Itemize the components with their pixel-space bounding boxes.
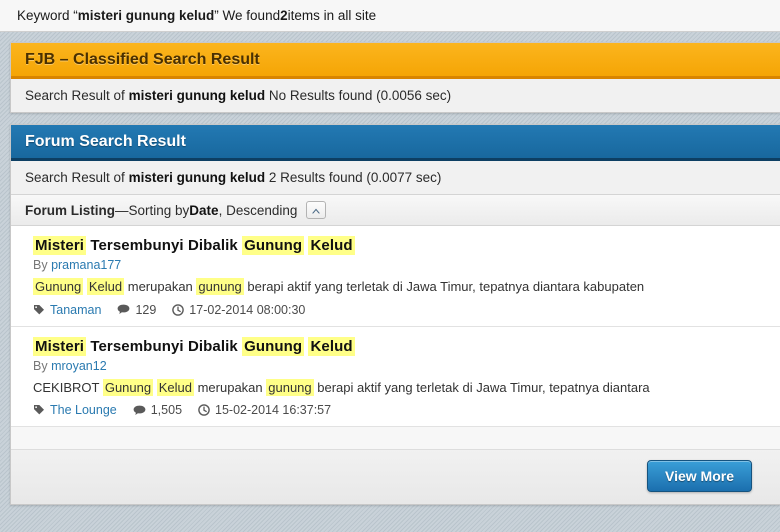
meta-tag[interactable]: Tanaman — [33, 303, 101, 317]
author-link[interactable]: mroyan12 — [51, 359, 107, 373]
forum-result-keyword: misteri gunung kelud — [128, 170, 266, 185]
result-title[interactable]: Misteri Tersembunyi Dibalik Gunung Kelud — [33, 236, 766, 255]
view-more-button[interactable]: View More — [647, 460, 752, 493]
tag-link[interactable]: Tanaman — [50, 303, 101, 317]
keyword-highlight: Kelud — [156, 378, 194, 396]
left-gutter — [0, 32, 10, 532]
fjb-panel-title: FJB – Classified Search Result — [25, 50, 260, 68]
meta-comments: 129 — [117, 303, 156, 317]
author-link[interactable]: pramana177 — [51, 258, 121, 272]
comment-icon — [117, 304, 130, 315]
keyword-count: 2 — [280, 8, 288, 23]
meta-date: 17-02-2014 08:00:30 — [172, 303, 305, 317]
keyword-highlight: Kelud — [86, 278, 125, 295]
by-label: By — [33, 258, 52, 272]
meta-comments: 1,505 — [133, 403, 182, 417]
fjb-search-panel: FJB – Classified Search Result Search Re… — [10, 42, 780, 113]
comment-count: 1,505 — [150, 403, 183, 418]
result-snippet: CEKIBROT Gunung Kelud merupakan gunung b… — [33, 378, 650, 396]
keyword-highlight: Kelud — [308, 236, 355, 255]
fjb-result-keyword: misteri gunung kelud — [128, 88, 266, 103]
keyword-highlight: Gunung — [102, 378, 154, 396]
forum-result-summary: Search Result of misteri gunung kelud 2 … — [11, 161, 780, 194]
result-author-line: By mroyan12 — [33, 359, 766, 373]
keyword-highlight: gunung — [196, 278, 244, 295]
forum-result-prefix: Search Result of — [25, 170, 129, 185]
page-background: FJB – Classified Search Result Search Re… — [0, 32, 780, 532]
tag-icon — [33, 304, 45, 316]
content-column: FJB – Classified Search Result Search Re… — [10, 42, 780, 532]
forum-panel-header: Forum Search Result — [11, 125, 780, 161]
sort-toggle-button[interactable] — [306, 201, 327, 219]
forum-result-suffix: 2 Results found (0.0077 sec) — [265, 170, 442, 185]
keyword-highlight: Gunung — [242, 336, 305, 356]
forum-panel-title: Forum Search Result — [25, 132, 186, 150]
date-text: 15-02-2014 16:37:57 — [215, 403, 332, 418]
meta-tag[interactable]: The Lounge — [33, 403, 117, 417]
forum-listing-bar: Forum Listing — Sorting by Date, Descend… — [11, 194, 780, 226]
keyword-term: misteri gunung kelud — [77, 8, 215, 23]
keyword-highlight: Gunung — [33, 278, 84, 295]
meta-date: 15-02-2014 16:37:57 — [198, 403, 331, 417]
forum-search-panel: Forum Search Result Search Result of mis… — [10, 124, 780, 506]
list-item[interactable]: Misteri Tersembunyi Dibalik Gunung Kelud… — [11, 226, 780, 327]
list-item[interactable]: Misteri Tersembunyi Dibalik Gunung Kelud… — [11, 326, 780, 428]
keyword-middle: ” We found — [214, 8, 281, 23]
sorting-text: Sorting by — [128, 202, 190, 218]
result-snippet: Gunung Kelud merupakan gunung berapi akt… — [33, 278, 645, 295]
keyword-suffix: items in all site — [287, 8, 377, 23]
fjb-panel-header: FJB – Classified Search Result — [11, 43, 780, 79]
listing-dash: — — [115, 202, 129, 218]
comment-icon — [133, 405, 146, 416]
keyword-highlight: gunung — [266, 378, 314, 396]
tag-link[interactable]: The Lounge — [50, 403, 117, 417]
keyword-highlight: Gunung — [242, 236, 305, 255]
result-meta: The Lounge 1,505 15-02-2014 16:37:57 — [33, 403, 766, 417]
date-text: 17-02-2014 08:00:30 — [189, 302, 306, 317]
chevron-up-icon — [311, 203, 321, 218]
fjb-result-summary: Search Result of misteri gunung kelud No… — [11, 79, 780, 112]
result-author-line: By pramana177 — [33, 258, 766, 272]
tag-icon — [33, 404, 45, 416]
keyword-highlight: Misteri — [33, 336, 87, 356]
result-title[interactable]: Misteri Tersembunyi Dibalik Gunung Kelud — [33, 336, 766, 356]
keyword-highlight: Kelud — [308, 336, 355, 356]
by-label: By — [33, 358, 52, 373]
comment-count: 129 — [135, 302, 157, 317]
panel-footer: View More — [11, 450, 780, 505]
fjb-result-prefix: Search Result of — [25, 88, 129, 103]
sort-direction: , Descending — [218, 202, 298, 218]
result-meta: Tanaman 129 17-02-2014 08:00:30 — [33, 303, 766, 317]
fjb-result-suffix: No Results found (0.0056 sec) — [265, 88, 452, 103]
keyword-summary-bar: Keyword “misteri gunung kelud” We found … — [0, 0, 780, 32]
sort-field: Date — [189, 202, 219, 218]
clock-icon — [172, 303, 185, 316]
forum-listing-label: Forum Listing — [25, 202, 115, 218]
forum-results-list: Misteri Tersembunyi Dibalik Gunung Kelud… — [11, 226, 780, 428]
clock-icon — [198, 404, 210, 416]
results-bottom-band — [11, 427, 780, 451]
keyword-prefix: Keyword “ — [17, 8, 78, 23]
keyword-highlight: Misteri — [33, 236, 87, 255]
